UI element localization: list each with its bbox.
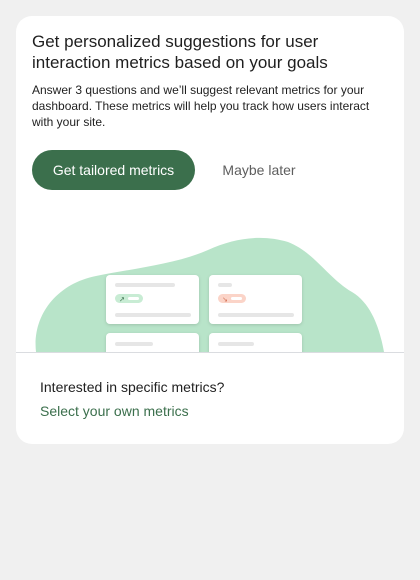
metric-card-3: ↘ — [106, 333, 199, 352]
trend-down-icon: ↘ — [222, 296, 228, 304]
metric-card-2: ↘ — [209, 275, 302, 324]
card-description: Answer 3 questions and we’ll suggest rel… — [32, 83, 370, 129]
suggestions-card: Get personalized suggestions for user in… — [16, 16, 404, 444]
select-own-metrics-link[interactable]: Select your own metrics — [40, 403, 189, 419]
metric-card-4: ↗ — [209, 333, 302, 352]
metrics-illustration: ↗ ↘ ↘ ↗ — [35, 237, 384, 352]
maybe-later-button[interactable]: Maybe later — [209, 150, 309, 190]
card-title: Get personalized suggestions for user in… — [32, 32, 328, 72]
footer-question: Interested in specific metrics? — [40, 379, 225, 395]
divider — [16, 352, 404, 353]
trend-up-icon: ↗ — [119, 296, 125, 304]
metric-card-1: ↗ — [106, 275, 199, 324]
get-tailored-metrics-button[interactable]: Get tailored metrics — [32, 150, 195, 190]
